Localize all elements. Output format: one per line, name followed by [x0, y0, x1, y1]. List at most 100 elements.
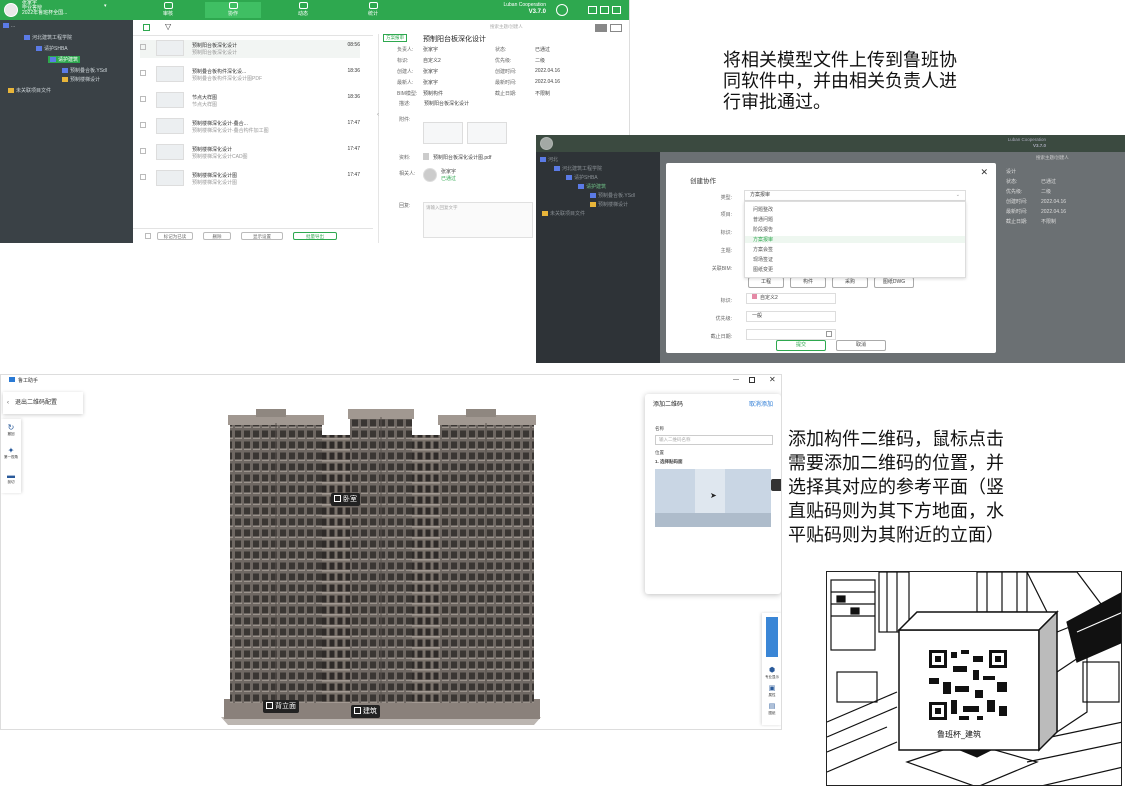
attachment-thumb[interactable] — [467, 122, 507, 144]
user-info[interactable]: 张家宇 毕业答辩 2022年鲁班杯全国... — [22, 1, 122, 17]
drawing-tool[interactable]: ▤ 图纸 — [763, 703, 781, 716]
tree-item-selected[interactable]: 请护建筑 — [48, 56, 81, 63]
attachment-thumb[interactable] — [423, 122, 463, 144]
qr-name-input[interactable]: 输入二维码名称 — [655, 435, 773, 445]
row-checkbox[interactable] — [140, 96, 146, 102]
mark-read-button[interactable]: 标记为已读 — [157, 232, 193, 240]
qr-tag-building[interactable]: 建筑 — [351, 705, 380, 718]
dim-label: 创建时间: — [1006, 199, 1028, 205]
batch-export-button[interactable]: 批量导出 — [293, 232, 337, 240]
close-icon[interactable] — [612, 6, 621, 14]
tab-activity[interactable]: 动态 — [275, 2, 331, 18]
tree-item[interactable]: 未关联项目文件 — [8, 87, 51, 94]
chevron-down-icon[interactable]: ▾ — [104, 3, 107, 9]
building-model[interactable] — [216, 407, 546, 727]
model-icon — [62, 77, 68, 83]
bim-dwg-button[interactable]: 图纸DWG — [874, 277, 914, 288]
file-label: 资料: — [399, 155, 411, 161]
close-icon[interactable]: ✕ — [769, 375, 776, 384]
property-tool[interactable]: ▣ 属性 — [763, 685, 781, 698]
dropdown-option[interactable]: 方案会签 — [753, 246, 773, 253]
chevron-left-icon[interactable]: ‹ — [377, 112, 379, 118]
file-name[interactable]: 预制阳台板深化设计图.pdf — [433, 154, 491, 161]
file-time: 18:36 — [347, 68, 360, 74]
add-qr-panel: 添加二维码 取消添加 名称 输入二维码名称 位置 1. 选择贴码面 ➤ — [645, 394, 781, 594]
deadline-input[interactable] — [746, 329, 836, 340]
exit-qr-config-button[interactable]: ‹ 退出二维码配置 — [3, 392, 83, 414]
row-checkbox[interactable] — [140, 148, 146, 154]
bottom-checkbox[interactable] — [145, 233, 151, 239]
tab-stats[interactable]: 统计 — [345, 2, 401, 18]
dropdown-option[interactable]: 阶段报告 — [753, 226, 773, 233]
dim-brand-version: V3.7.0 — [1032, 143, 1046, 148]
bim-project-button[interactable]: 工程 — [748, 277, 784, 288]
discipline-tool[interactable]: ⬢ 专业显示 — [763, 667, 781, 680]
dim-avatar — [540, 137, 553, 150]
collapse-panel-icon[interactable] — [771, 479, 781, 491]
delete-button[interactable]: 删除 — [203, 232, 231, 240]
dim-value: 不限制 — [1041, 219, 1057, 225]
grid-view-icon[interactable] — [610, 24, 622, 32]
submit-button[interactable]: 提交 — [776, 340, 826, 351]
display-settings-button[interactable]: 显示设置 — [241, 232, 283, 240]
tree-item[interactable]: 请护SHBA — [36, 45, 68, 52]
caption-line: 直贴码则为其下方地面，水 — [788, 501, 1004, 522]
tree-item[interactable]: 河北建筑工程学院 — [24, 34, 72, 41]
blue-indicator — [766, 617, 778, 657]
detail-key: 标识: — [397, 58, 409, 64]
detail-value: 张家宇 — [423, 47, 439, 53]
select-all-checkbox[interactable] — [143, 24, 150, 31]
minimize-icon[interactable] — [588, 6, 597, 14]
cancel-button[interactable]: 取消 — [836, 340, 886, 351]
close-icon[interactable]: ✕ — [980, 167, 988, 178]
reply-input[interactable]: 请输入回复文字 — [423, 202, 533, 238]
tree-item[interactable]: ... — [3, 23, 15, 29]
filter-icon[interactable]: ▽ — [165, 22, 171, 31]
qr-tag-bedroom[interactable]: 卧室 — [331, 493, 360, 506]
list-item[interactable]: 预制阳台板深化设计 预制阳台板深化设计 08:56 — [140, 40, 360, 58]
review-icon — [163, 2, 173, 9]
list-item[interactable]: 预制楼梯深化设计 预制楼梯深化设计CAD图 17:47 — [140, 144, 360, 162]
cancel-add-button[interactable]: 取消添加 — [749, 399, 773, 408]
dropdown-option[interactable]: 现场签证 — [753, 256, 773, 263]
tree-item[interactable]: 预制叠合板.YSdl — [62, 67, 107, 74]
type-select[interactable]: 方案报审 ⌄ — [744, 190, 966, 201]
row-checkbox[interactable] — [140, 70, 146, 76]
maximize-icon[interactable] — [749, 377, 755, 383]
dim-value: 2022.04.16 — [1041, 199, 1067, 205]
first-person-tool[interactable]: ✦ 第一视角 — [3, 446, 19, 460]
file-title: 预制楼梯深化设计 — [192, 147, 233, 153]
folder-icon — [24, 35, 30, 41]
list-item[interactable]: 预制叠合板构件深化设... 预制叠合板构件深化设计图PDF 18:36 — [140, 66, 360, 84]
row-checkbox[interactable] — [140, 122, 146, 128]
list-item[interactable]: 预制楼梯深化设计图 预制楼梯深化设计图 17:47 — [140, 170, 360, 188]
row-checkbox[interactable] — [140, 44, 146, 50]
bim-component-button[interactable]: 构件 — [790, 277, 826, 288]
dropdown-option[interactable]: 问题整改 — [753, 206, 773, 213]
minimize-icon[interactable]: — — [733, 377, 739, 383]
undo-tool[interactable]: ↻ 撤回 — [3, 423, 19, 437]
list-view-icon[interactable] — [595, 24, 607, 32]
dropdown-option[interactable]: 方案报审 — [745, 236, 965, 243]
priority-select[interactable]: 一般 — [746, 311, 836, 322]
search-input[interactable]: 搜索主题/创建人 — [490, 24, 590, 33]
tag-select[interactable]: 自定义2 — [746, 293, 836, 304]
qr-tag-rear-facade[interactable]: 背立面 — [263, 700, 299, 713]
tab-collab[interactable]: 协作 — [205, 2, 261, 18]
dropdown-option[interactable]: 普通问题 — [753, 216, 773, 223]
list-item[interactable]: 预制楼梯深化设计-叠合... 预制楼梯深化设计-叠合构件加工图 17:47 — [140, 118, 360, 136]
surface-preview[interactable]: ➤ — [655, 469, 771, 527]
tab-review[interactable]: 审核 — [140, 2, 196, 18]
row-checkbox[interactable] — [140, 174, 146, 180]
property-label: 属性 — [768, 693, 776, 697]
tree-item: 河北建筑工程学院 — [554, 165, 602, 172]
sync-icon[interactable] — [556, 4, 568, 16]
user-avatar[interactable] — [4, 3, 18, 17]
tree-item[interactable]: 预制楼梯设计 — [62, 76, 100, 83]
type-value: 方案报审 — [750, 192, 771, 198]
dropdown-option[interactable]: 图纸变更 — [753, 266, 773, 273]
list-item[interactable]: 节点大样图 节点大样图 18:36 — [140, 92, 360, 110]
bim-purchase-button[interactable]: 采购 — [832, 277, 868, 288]
maximize-icon[interactable] — [600, 6, 609, 14]
section-tool[interactable]: ▬ 剖切 — [3, 471, 19, 485]
